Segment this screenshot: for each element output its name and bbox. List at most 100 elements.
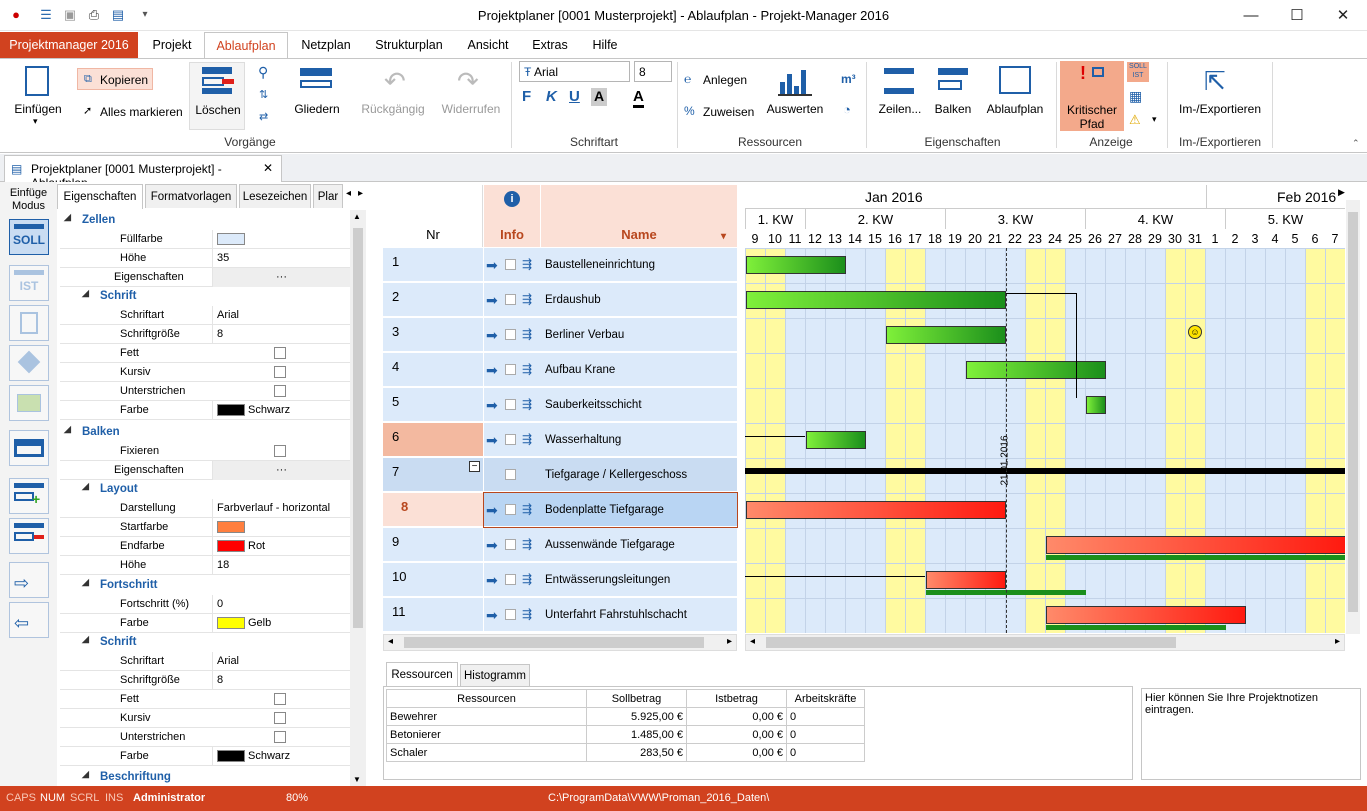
gantt-next-arrow[interactable]: ▶	[1338, 187, 1345, 198]
underline-button[interactable]: U	[569, 88, 580, 105]
prop-balken-hoehe[interactable]: Höhe 18	[60, 556, 350, 575]
prop-startfarbe[interactable]: Startfarbe	[60, 518, 350, 537]
fill-color-button[interactable]: A	[591, 88, 607, 106]
assign-icon[interactable]: ⇶	[522, 502, 532, 516]
rueckgaengig-button[interactable]: Rückgängig	[358, 102, 428, 116]
arrow-right-icon[interactable]: ➡	[486, 257, 498, 274]
kopieren-button[interactable]: ⧉ Kopieren	[77, 68, 153, 90]
row-checkbox[interactable]	[505, 259, 516, 270]
grid-hscroll-thumb[interactable]	[404, 637, 704, 648]
arrow-right-icon[interactable]: ➡	[486, 572, 498, 589]
prop-fett-2[interactable]: Fett	[60, 690, 350, 709]
prop-farbe[interactable]: Farbe Schwarz	[60, 401, 350, 420]
table-row[interactable]: Betonierer 1.485,00 €0,00 €0	[386, 725, 865, 744]
prop-fixieren[interactable]: Fixieren	[60, 442, 350, 461]
italic-button[interactable]: K	[546, 88, 557, 105]
row-checkbox[interactable]	[505, 294, 516, 305]
notes-area[interactable]: Hier können Sie Ihre Projektnotizen eint…	[1141, 688, 1361, 780]
table-row[interactable]: 3 ➡ ⇶ Berliner Verbau	[383, 318, 737, 353]
milestone-tool[interactable]	[9, 345, 49, 381]
props-scroll-down[interactable]: ▼	[353, 775, 361, 784]
document-tab-close[interactable]: ✕	[263, 161, 273, 175]
tab-ansicht[interactable]: Ansicht	[458, 32, 518, 58]
bottom-tab-histogramm[interactable]: Histogramm	[460, 664, 530, 686]
alles-markieren-button[interactable]: Alles markieren	[100, 105, 183, 119]
soll-ist-toggle[interactable]: SOLL IST	[1127, 62, 1149, 82]
prop-fortschritt[interactable]: Fortschritt (%) 0	[60, 595, 350, 614]
table-row[interactable]: 1 ➡ ⇶ Baustelleneinrichtung	[383, 248, 737, 283]
prop-balken-eigenschaften[interactable]: Eigenschaften ···	[60, 461, 350, 480]
table-row[interactable]: 6 ➡ ⇶ Wasserhaltung	[383, 423, 737, 458]
col-arbeitskraefte[interactable]: Arbeitskräfte	[786, 689, 865, 708]
arrow-right-icon[interactable]: ➡	[486, 292, 498, 309]
ist-mode-button[interactable]: IST	[9, 265, 49, 301]
prop-schriftart-2[interactable]: Schriftart Arial	[60, 652, 350, 671]
app-menu-button[interactable]: Projektmanager 2016	[0, 32, 138, 58]
prop-kursiv[interactable]: Kursiv	[60, 363, 350, 382]
prop-unterstrichen-2[interactable]: Unterstrichen	[60, 728, 350, 747]
gantt-vscrollbar[interactable]	[1346, 200, 1360, 634]
prop-fett[interactable]: Fett	[60, 344, 350, 363]
indent-left-tool[interactable]: ⇦	[9, 602, 49, 638]
gantt-bar[interactable]	[746, 291, 1006, 309]
warning-dropdown-icon[interactable]: ▾	[1152, 114, 1157, 125]
warning-icon[interactable]: ⚠	[1129, 112, 1141, 128]
tab-projekt[interactable]: Projekt	[142, 32, 202, 58]
text-box-tool[interactable]	[9, 305, 49, 341]
zeilen-button[interactable]: Zeilen...	[872, 102, 928, 116]
row-checkbox[interactable]	[505, 609, 516, 620]
section-layout[interactable]: ◢ Layout	[60, 481, 350, 500]
row-checkbox[interactable]	[505, 469, 516, 480]
minimize-button[interactable]: —	[1228, 0, 1274, 31]
arrow-right-icon[interactable]: ➡	[486, 397, 498, 414]
prop-schriftgroesse-2[interactable]: Schriftgröße 8	[60, 671, 350, 690]
einfuegen-dropdown-icon[interactable]: ▾	[33, 116, 38, 127]
table-row[interactable]: 9 ➡ ⇶ Aussenwände Tiefgarage	[383, 528, 737, 563]
gantt-hscroll-thumb[interactable]	[766, 637, 1176, 648]
gantt-vscroll-thumb[interactable]	[1348, 212, 1358, 612]
arrow-right-icon[interactable]: ➡	[486, 327, 498, 344]
close-button[interactable]: ✕	[1320, 0, 1366, 31]
prop-eigenschaften[interactable]: Eigenschaften ···	[60, 268, 350, 287]
row-checkbox[interactable]	[505, 539, 516, 550]
unterstrichen-2-checkbox[interactable]	[274, 731, 286, 743]
gantt-bar[interactable]	[966, 361, 1106, 379]
props-scrollbar[interactable]: ▲ ▼	[350, 210, 366, 786]
gantt-chart[interactable]: Jan 2016 Feb 2016 9 10 11 12 13 14 15 16 17 18 19 2…	[745, 185, 1345, 633]
prop-kursiv-2[interactable]: Kursiv	[60, 709, 350, 728]
gantt-bar[interactable]	[886, 326, 1006, 344]
sort-icon[interactable]: ⇅	[259, 88, 268, 101]
assign-icon[interactable]: ⇶	[522, 572, 532, 586]
props-scroll-up[interactable]: ▲	[353, 212, 361, 221]
ablaufplan-button[interactable]: Ablaufplan	[982, 102, 1048, 116]
gantt-bar[interactable]	[926, 571, 1006, 589]
tab-netzplan[interactable]: Netzplan	[290, 32, 362, 58]
row-checkbox[interactable]	[505, 399, 516, 410]
anlegen-button[interactable]: Anlegen	[703, 73, 747, 87]
name-header[interactable]: Name ▾	[541, 185, 737, 247]
prop-hoehe[interactable]: Höhe 35	[60, 249, 350, 268]
section-schrift[interactable]: ◢ Schrift	[60, 288, 350, 307]
row-checkbox[interactable]	[505, 574, 516, 585]
arrow-right-icon[interactable]: ➡	[486, 607, 498, 624]
row-checkbox[interactable]	[505, 364, 516, 375]
font-size-select[interactable]: 8	[634, 61, 672, 82]
props-tab-eigenschaften[interactable]: Eigenschaften	[57, 184, 143, 209]
search-icon[interactable]: ⚲	[258, 64, 268, 81]
col-istbetrag[interactable]: Istbetrag	[686, 689, 787, 708]
fett-2-checkbox[interactable]	[274, 693, 286, 705]
table-row[interactable]: 11 ➡ ⇶ Unterfahrt Fahrstuhlschacht	[383, 598, 737, 633]
m3-button[interactable]: m³	[841, 72, 856, 86]
calendar-icon[interactable]: ▦	[1129, 88, 1142, 105]
table-row[interactable]: Bewehrer 5.925,00 €0,00 €0	[386, 707, 865, 726]
soll-mode-button[interactable]: SOLL	[9, 219, 49, 255]
props-tab-plan[interactable]: Plar	[313, 184, 343, 208]
table-row[interactable]: 5 ➡ ⇶ Sauberkeitsschicht	[383, 388, 737, 423]
smiley-icon[interactable]: ☺	[1188, 325, 1202, 339]
props-tab-formatvorlagen[interactable]: Formatvorlagen	[145, 184, 237, 208]
tab-extras[interactable]: Extras	[524, 32, 576, 58]
col-ressourcen[interactable]: Ressourcen	[386, 689, 587, 708]
collapse-toggle[interactable]: −	[469, 461, 480, 472]
prop-darstellung[interactable]: Darstellung Farbverlauf - horizontal	[60, 499, 350, 518]
props-tab-left-arrow[interactable]: ◂	[346, 188, 351, 199]
